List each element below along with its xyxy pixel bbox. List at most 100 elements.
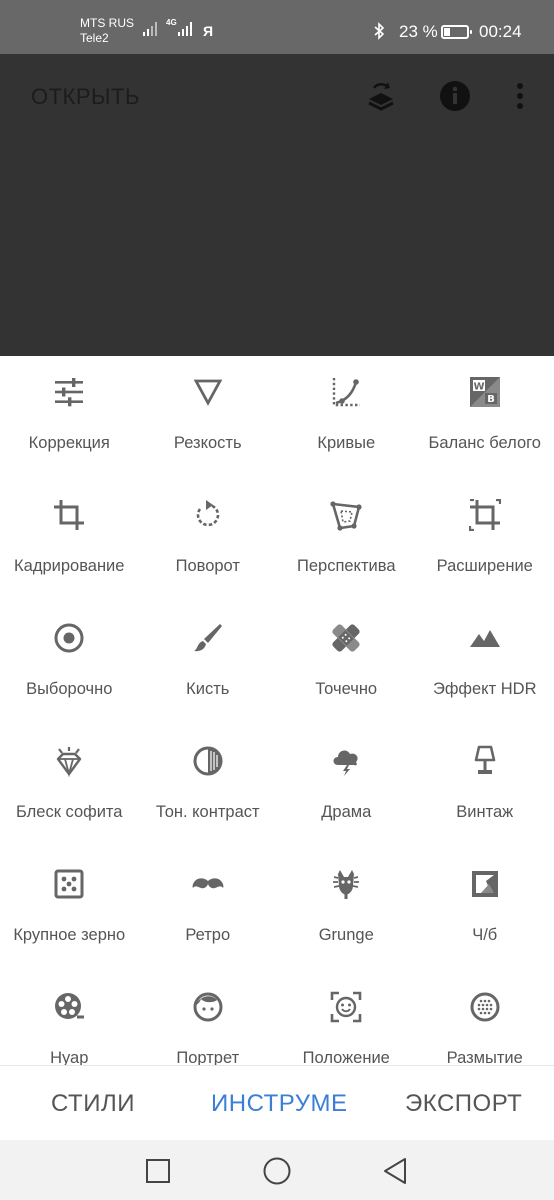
carrier-names: MTS RUS Tele2	[80, 16, 134, 46]
tool-label: Положение	[302, 1049, 390, 1065]
tool-label: Кисть	[186, 680, 230, 698]
back-triangle-icon[interactable]	[380, 1156, 410, 1186]
svg-text:W: W	[473, 382, 484, 393]
svg-text:B: B	[487, 394, 495, 405]
tool-label: Ретро	[185, 926, 231, 944]
tool-label: Эффект HDR	[433, 680, 537, 698]
black-white-icon	[469, 868, 501, 900]
tool-crop[interactable]: Кадрирование	[0, 479, 139, 602]
healing-icon	[330, 622, 362, 654]
tool-label: Баланс белого	[428, 434, 541, 452]
grainy-film-icon	[53, 868, 85, 900]
portrait-face-icon	[192, 991, 224, 1023]
signal-strength-icon	[143, 22, 157, 36]
tool-label: Кадрирование	[14, 557, 125, 575]
tune-icon	[53, 376, 85, 408]
info-icon[interactable]	[438, 79, 472, 113]
lens-blur-icon	[469, 991, 501, 1023]
tool-label: Кривые	[317, 434, 376, 452]
tool-label: Портрет	[176, 1049, 240, 1065]
system-nav-bar	[0, 1140, 554, 1200]
expand-icon	[468, 498, 501, 532]
tool-label: Драма	[321, 803, 372, 821]
tool-grainy-film[interactable]: Крупное зерно	[0, 848, 139, 971]
tool-hdr[interactable]: Эффект HDR	[416, 602, 554, 725]
tool-label: Перспектива	[296, 557, 396, 575]
carrier-1: MTS RUS	[80, 16, 134, 30]
tool-vintage[interactable]: Винтаж	[416, 725, 554, 848]
retro-mustache-icon	[192, 868, 224, 900]
open-button[interactable]: ОТКРЫТЬ	[31, 84, 140, 110]
home-circle-icon[interactable]	[262, 1156, 292, 1186]
tools-grid: Коррекция Резкость Кривые W B Баланс бел…	[0, 356, 554, 1065]
head-pose-icon	[330, 991, 362, 1023]
carrier-2: Tele2	[80, 31, 109, 45]
tool-label: Ч/б	[472, 926, 498, 944]
tonal-contrast-icon	[192, 745, 224, 777]
tool-black-white[interactable]: Ч/б	[416, 848, 554, 971]
tool-label: Размытие	[446, 1049, 523, 1065]
noir-film-reel-icon	[53, 991, 85, 1023]
vintage-lamp-icon	[469, 745, 501, 777]
selective-icon	[53, 622, 85, 654]
clock: 00:24	[479, 22, 522, 41]
image-canvas: ОТКРЫТЬ	[0, 54, 554, 356]
tab-styles[interactable]: СТИЛИ	[51, 1090, 135, 1118]
tool-selective[interactable]: Выборочно	[0, 602, 139, 725]
tool-label: Нуар	[50, 1049, 89, 1065]
bottom-tabs: СТИЛИ ИНСТРУМЕ ЭКСПОРТ	[0, 1065, 554, 1140]
tool-rotate[interactable]: Поворот	[139, 479, 278, 602]
yandex-icon: Я	[203, 23, 214, 39]
tool-label: Тон. контраст	[155, 803, 260, 821]
tab-tools[interactable]: ИНСТРУМЕ	[211, 1090, 348, 1118]
tool-label: Резкость	[173, 434, 242, 452]
tool-label: Точечно	[315, 680, 378, 698]
grunge-guitar-icon	[330, 868, 362, 900]
glamour-glow-icon	[53, 745, 85, 778]
tool-label: Крупное зерно	[13, 926, 126, 944]
hdr-mountains-icon	[469, 622, 501, 654]
brush-icon	[192, 622, 224, 654]
tool-curves[interactable]: Кривые	[277, 356, 416, 479]
signal-strength-icon-2	[178, 22, 192, 36]
tool-label: Коррекция	[28, 434, 110, 452]
tool-sharpness[interactable]: Резкость	[139, 356, 278, 479]
tool-label: Поворот	[175, 557, 240, 575]
layers-undo-icon[interactable]	[364, 79, 398, 113]
curves-icon	[330, 376, 362, 408]
recents-square-icon[interactable]	[143, 1156, 173, 1186]
tool-healing[interactable]: Точечно	[277, 602, 416, 725]
tool-brush[interactable]: Кисть	[139, 602, 278, 725]
network-type-label: 4G	[166, 18, 177, 27]
tool-label: Grunge	[318, 926, 374, 944]
more-vert-icon[interactable]	[503, 79, 537, 113]
battery-percent: 23 %	[399, 22, 438, 41]
bluetooth-icon	[372, 22, 386, 44]
tool-expand[interactable]: Расширение	[416, 479, 554, 602]
tool-correction[interactable]: Коррекция	[0, 356, 139, 479]
tool-label: Расширение	[436, 557, 533, 575]
tool-perspective[interactable]: Перспектива	[277, 479, 416, 602]
tool-noir[interactable]: Нуар	[0, 971, 139, 1065]
tool-head-pose[interactable]: Положение	[277, 971, 416, 1065]
status-bar: MTS RUS Tele2 4G Я 23 % 00:24	[0, 0, 554, 54]
tool-portrait[interactable]: Портрет	[139, 971, 278, 1065]
tool-lens-blur[interactable]: Размытие	[416, 971, 554, 1065]
sharpness-triangle-icon	[192, 376, 224, 408]
tool-label: Выборочно	[26, 680, 113, 698]
tool-white-balance[interactable]: W B Баланс белого	[416, 356, 554, 479]
tool-label: Блеск софита	[16, 803, 123, 821]
tool-tonal-contrast[interactable]: Тон. контраст	[139, 725, 278, 848]
perspective-icon	[330, 499, 362, 531]
tool-grunge[interactable]: Grunge	[277, 848, 416, 971]
crop-icon	[53, 499, 85, 531]
white-balance-icon: W B	[469, 376, 501, 408]
rotate-icon	[192, 499, 224, 531]
tool-drama[interactable]: Драма	[277, 725, 416, 848]
tool-retro[interactable]: Ретро	[139, 848, 278, 971]
battery-icon	[441, 25, 472, 39]
tab-export[interactable]: ЭКСПОРТ	[405, 1090, 522, 1118]
drama-cloud-icon	[330, 745, 362, 777]
tool-label: Винтаж	[456, 803, 514, 821]
tool-glamour-glow[interactable]: Блеск софита	[0, 725, 139, 848]
